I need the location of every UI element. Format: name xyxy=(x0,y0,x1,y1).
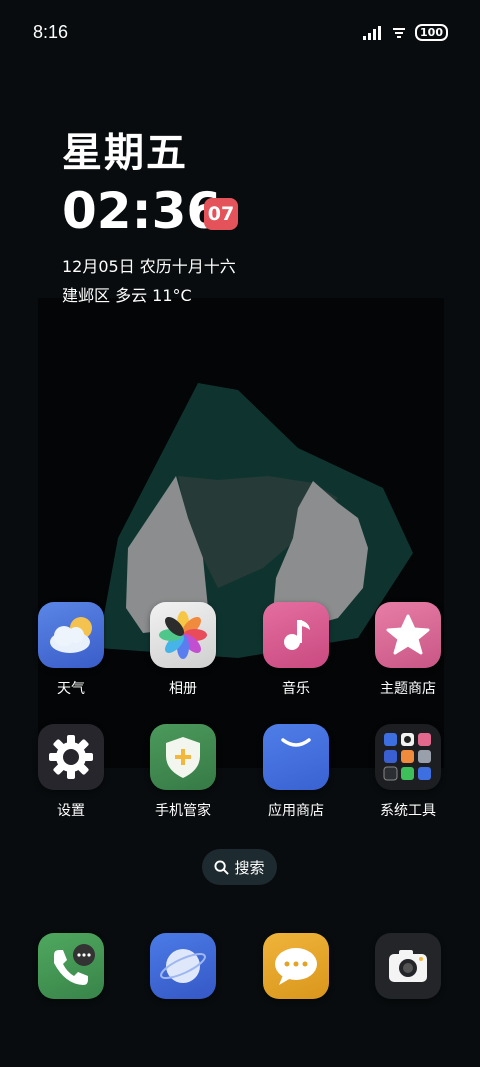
message-bubble-icon xyxy=(263,933,329,999)
date-label: 12月05日 农历十月十六 xyxy=(62,257,236,276)
app-app-store[interactable]: 应用商店 xyxy=(246,724,346,820)
search-button[interactable]: 搜索 xyxy=(202,849,277,885)
app-label: 天气 xyxy=(57,681,85,697)
app-label: 音乐 xyxy=(282,681,310,697)
status-bar: 8:16 100 xyxy=(0,0,480,64)
app-settings[interactable]: 设置 xyxy=(21,724,121,820)
weather-summary: 建邺区 多云 11°C xyxy=(62,286,192,305)
shield-icon xyxy=(150,724,216,790)
app-gallery[interactable]: 相册 xyxy=(133,602,233,698)
app-theme-store[interactable]: 主题商店 xyxy=(358,602,458,698)
app-label: 设置 xyxy=(57,803,85,819)
camera-icon xyxy=(375,933,441,999)
wifi-icon xyxy=(393,27,406,38)
app-label: 系统工具 xyxy=(380,803,436,819)
app-phone-manager[interactable]: 手机管家 xyxy=(133,724,233,820)
search-icon xyxy=(214,859,230,875)
gear-icon xyxy=(38,724,104,790)
app-weather[interactable]: 天气 xyxy=(21,602,121,698)
status-icons: 100 xyxy=(363,24,448,41)
signal-icon xyxy=(363,25,382,40)
phone-icon xyxy=(38,933,104,999)
weekday-label: 星期五 xyxy=(62,130,188,176)
battery-icon: 100 xyxy=(415,24,448,41)
app-label: 主题商店 xyxy=(380,681,436,697)
app-label: 应用商店 xyxy=(268,803,324,819)
browser-globe-icon xyxy=(150,933,216,999)
app-label: 手机管家 xyxy=(155,803,211,819)
search-label: 搜索 xyxy=(234,858,265,877)
photos-icon xyxy=(150,602,216,668)
app-system-tools[interactable]: 系统工具 xyxy=(358,724,458,820)
app-music[interactable]: 音乐 xyxy=(246,602,346,698)
app-label: 相册 xyxy=(169,681,197,697)
seconds-badge: 07 xyxy=(204,198,238,230)
store-bag-icon xyxy=(263,724,329,790)
dock-browser[interactable] xyxy=(133,933,233,999)
music-icon xyxy=(263,602,329,668)
dock-phone[interactable] xyxy=(21,933,121,999)
weather-icon xyxy=(38,602,104,668)
folder-icon xyxy=(375,724,441,790)
status-time: 8:16 xyxy=(33,22,69,42)
dock-camera[interactable] xyxy=(358,933,458,999)
clock-time: 02:36 xyxy=(62,182,222,240)
star-icon xyxy=(375,602,441,668)
dock-messages[interactable] xyxy=(246,933,346,999)
clock-widget[interactable]: 星期五 02:36 07 12月05日 农历十月十六 建邺区 多云 11°C xyxy=(62,120,238,305)
